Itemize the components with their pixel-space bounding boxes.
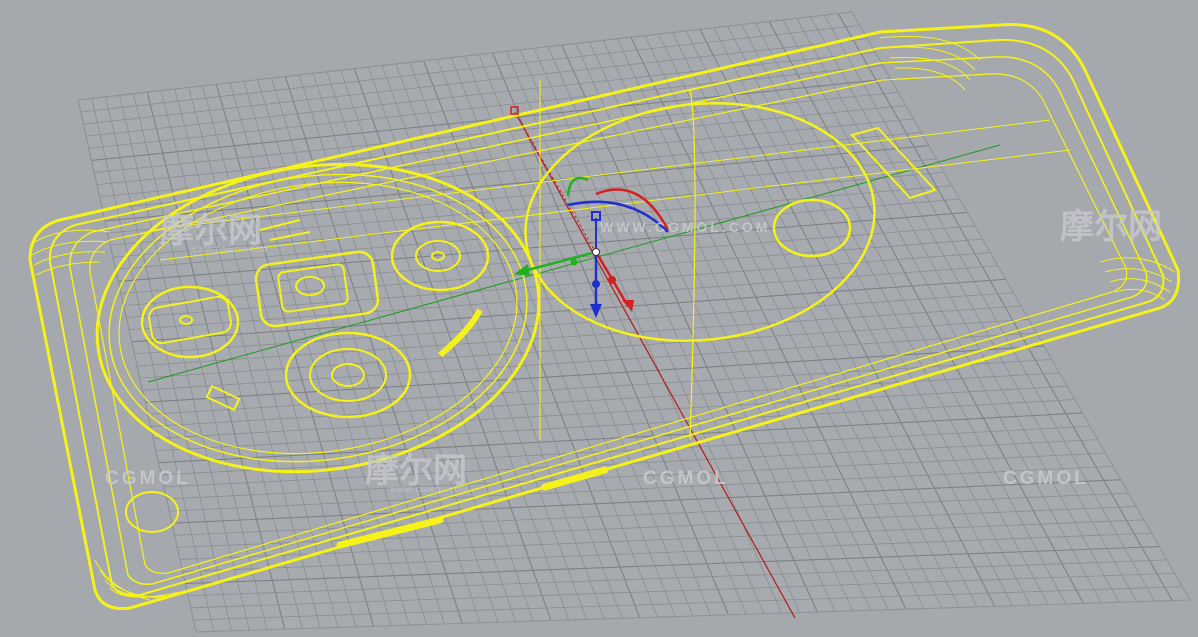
- watermark-latin-3: CGMOL: [1003, 468, 1089, 489]
- watermark-latin-1: CGMOL: [105, 468, 191, 489]
- watermark-sub-2: WWW.CGMOL.COM: [390, 487, 468, 494]
- viewport-canvas[interactable]: CGMOL CGMOL CGMOL 摩尔网 WWW.CGMOL.COM 摩尔网 …: [0, 0, 1198, 637]
- watermark-cn-1: 摩尔网: [160, 211, 262, 251]
- watermark-sub-1: WWW.CGMOL.COM: [190, 247, 268, 254]
- viewport-perspective[interactable]: CGMOL CGMOL CGMOL 摩尔网 WWW.CGMOL.COM 摩尔网 …: [0, 0, 1198, 637]
- gumball-origin-icon: [592, 248, 600, 256]
- watermark-url: WWW.CGMOL.COM: [600, 219, 770, 235]
- watermark-cn-3: 摩尔网: [1060, 207, 1162, 247]
- watermark-latin-2: CGMOL: [643, 468, 729, 489]
- watermark-cn-2: 摩尔网: [365, 451, 467, 491]
